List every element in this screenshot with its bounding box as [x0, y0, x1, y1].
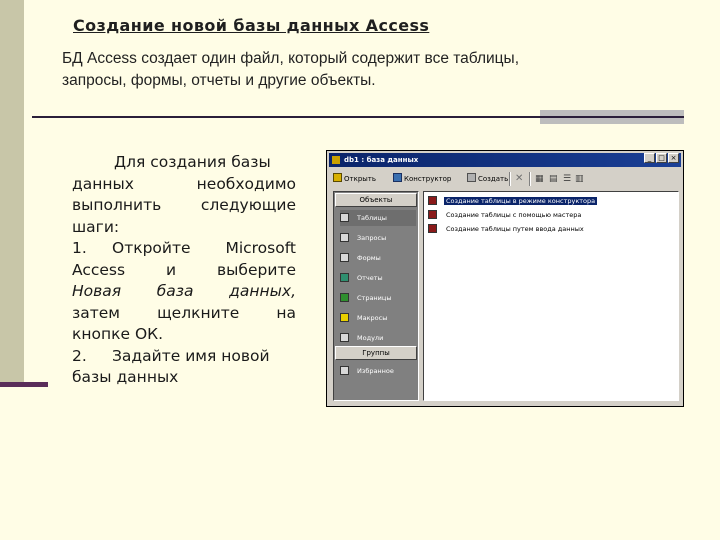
- instructions-text: Для создания базы данных необходимо выпол…: [72, 152, 296, 389]
- close-button[interactable]: ×: [668, 153, 679, 163]
- list-view-icon[interactable]: ☰: [563, 171, 571, 187]
- object-forms[interactable]: Формы: [340, 250, 416, 266]
- window-title: db1 : база данных: [344, 156, 419, 164]
- divider-line-right: [540, 116, 684, 118]
- window-titlebar[interactable]: db1 : база данных: [329, 153, 681, 167]
- design-icon: [393, 173, 402, 182]
- toolbar-separator: [509, 172, 511, 186]
- open-icon: [333, 173, 342, 182]
- instruction-line: шаги:: [72, 217, 120, 236]
- objects-bar: Объекты Таблицы Запросы Формы Отчеты Стр…: [333, 191, 419, 401]
- instruction-line: Для создания базы: [114, 153, 271, 171]
- instruction-line: выполнить следующие: [72, 196, 296, 214]
- slide-subtitle: БД Access создает один файл, который сод…: [62, 48, 682, 92]
- object-modules[interactable]: Модули: [340, 330, 416, 346]
- table-icon: [340, 213, 349, 222]
- wizard-icon: [428, 224, 437, 233]
- object-tables[interactable]: Таблицы: [340, 210, 416, 226]
- details-view-icon[interactable]: ▥: [575, 171, 584, 187]
- left-decor-accent: [0, 382, 48, 387]
- access-database-window: db1 : база данных _ □ × Открыть Конструк…: [326, 150, 684, 407]
- create-icon: [467, 173, 476, 182]
- report-icon: [340, 273, 349, 282]
- subtitle-line-2: запросы, формы, отчеты и другие объекты.: [62, 72, 376, 89]
- create-button[interactable]: Создать: [467, 171, 508, 187]
- small-icons-icon[interactable]: ▤: [549, 171, 558, 187]
- form-icon: [340, 253, 349, 262]
- subtitle-line-1: БД Access создает один файл, который сод…: [62, 50, 520, 67]
- wizard-icon: [428, 196, 437, 205]
- instruction-line: данных необходимо: [72, 174, 296, 193]
- favorites-icon: [340, 366, 349, 375]
- divider-line: [32, 116, 540, 118]
- left-decor-band: [0, 0, 24, 382]
- slide-title: Создание новой базы данных Access: [73, 16, 430, 35]
- maximize-button[interactable]: □: [656, 153, 667, 163]
- large-icons-icon[interactable]: ▦: [535, 171, 544, 187]
- groups-header[interactable]: Группы: [335, 346, 417, 360]
- list-item-datasheet[interactable]: Создание таблицы путем ввода данных: [428, 223, 586, 235]
- delete-icon[interactable]: ✕: [515, 171, 523, 187]
- macro-icon: [340, 313, 349, 322]
- list-item-wizard[interactable]: Создание таблицы с помощью мастера: [428, 209, 583, 221]
- object-queries[interactable]: Запросы: [340, 230, 416, 246]
- instruction-line: базы данных: [72, 368, 179, 386]
- object-macros[interactable]: Макросы: [340, 310, 416, 326]
- instruction-line: затем щелкните на: [72, 303, 296, 322]
- group-favorites[interactable]: Избранное: [340, 363, 416, 379]
- instruction-step-1: 1. Откройте Microsoft: [72, 239, 296, 257]
- instruction-line: кнопке ОК.: [72, 325, 164, 343]
- database-icon: [332, 156, 340, 164]
- object-pages[interactable]: Страницы: [340, 290, 416, 306]
- minimize-button[interactable]: _: [644, 153, 655, 163]
- list-item-design-view[interactable]: Создание таблицы в режиме конструктора: [428, 195, 598, 207]
- query-icon: [340, 233, 349, 242]
- instruction-step-2: 2. Задайте имя новой: [72, 346, 270, 365]
- open-button[interactable]: Открыть: [333, 171, 376, 187]
- page-icon: [340, 293, 349, 302]
- design-button[interactable]: Конструктор: [393, 171, 451, 187]
- instruction-line: Новая база данных,: [72, 282, 296, 300]
- objects-header[interactable]: Объекты: [335, 193, 417, 207]
- toolbar-separator: [529, 172, 531, 186]
- objects-list: Создание таблицы в режиме конструктора С…: [423, 191, 679, 401]
- wizard-icon: [428, 210, 437, 219]
- module-icon: [340, 333, 349, 342]
- instruction-line: Access и выберите: [72, 260, 296, 279]
- object-reports[interactable]: Отчеты: [340, 270, 416, 286]
- db-toolbar: Открыть Конструктор Создать ✕ ▦ ▤ ☰ ▥: [331, 170, 679, 188]
